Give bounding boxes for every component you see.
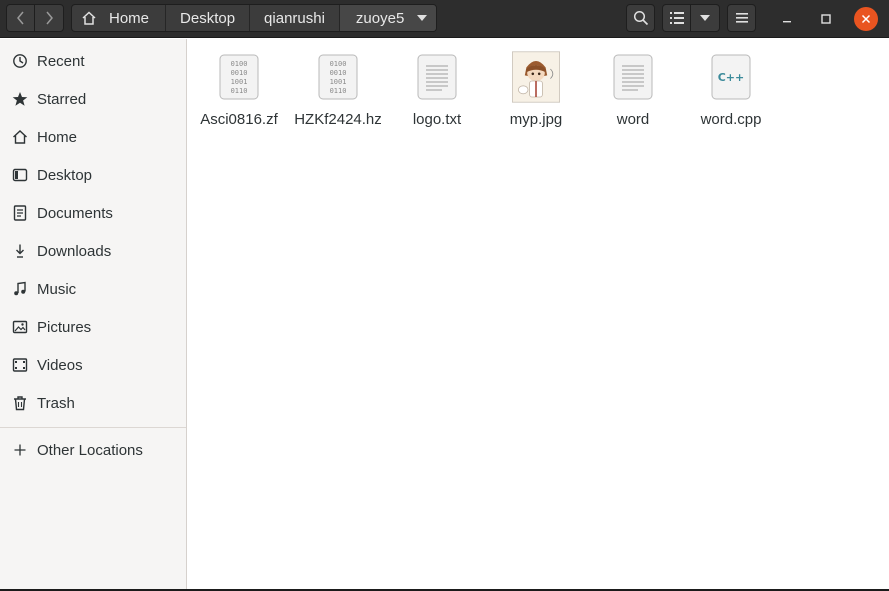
breadcrumb-qianrushi[interactable]: qianrushi [250,5,340,31]
maximize-button[interactable] [814,7,838,31]
hamburger-menu-icon [735,13,748,23]
minimize-icon [783,21,791,23]
chevron-down-icon[interactable] [416,14,428,22]
sidebar-item-starred[interactable]: Starred [0,81,186,117]
file-item[interactable]: word [584,45,682,128]
svg-text:0110: 0110 [231,87,248,95]
breadcrumb-desktop-label: Desktop [180,9,236,27]
sidebar-item-trash[interactable]: Trash [0,385,186,421]
chevron-right-icon [46,11,53,25]
svg-text:0010: 0010 [330,69,347,77]
home-icon [81,10,97,26]
forward-button[interactable] [34,4,64,32]
sidebar-item-label: Downloads [37,242,112,260]
breadcrumb-zuoye5[interactable]: zuoye5 [339,5,437,31]
text-file-icon [609,45,657,109]
svg-text:1001: 1001 [231,78,248,86]
list-view-icon [669,12,684,24]
sidebar-item-desktop[interactable]: Desktop [0,157,186,193]
sidebar-item-label: Music [37,280,77,298]
cpp-file-icon: C++ [707,45,755,109]
sidebar-item-label: Desktop [37,166,93,184]
sidebar-item-label: Pictures [37,318,92,336]
file-name: word.cpp [700,111,762,128]
file-name: myp.jpg [509,111,563,128]
download-icon [12,243,28,259]
sidebar-item-label: Home [37,128,78,146]
svg-text:1001: 1001 [330,78,347,86]
search-button[interactable] [626,4,655,32]
maximize-icon [821,14,831,24]
sidebar-item-label: Recent [37,52,85,70]
sidebar-item-downloads[interactable]: Downloads [0,233,186,269]
sidebar-item-documents[interactable]: Documents [0,195,186,231]
header-bar: Home Desktop qianrushi zuoye5 [0,0,889,38]
sidebar-divider [0,427,186,428]
sidebar-item-pictures[interactable]: Pictures [0,309,186,345]
svg-text:0100: 0100 [231,60,248,68]
file-name: logo.txt [412,111,462,128]
sidebar-item-label: Other Locations [37,441,143,459]
file-view: 0100 0010 1001 0110 Asci0816.zf 0100 001… [188,39,889,591]
trash-icon [12,395,28,411]
svg-text:0100: 0100 [330,60,347,68]
cpp-badge: C++ [717,70,745,84]
video-icon [12,357,28,373]
sidebar-item-label: Starred [37,90,87,108]
file-item[interactable]: myp.jpg [487,45,585,128]
view-mode-button[interactable] [662,4,691,32]
sidebar-item-home[interactable]: Home [0,119,186,155]
file-name: word [616,111,650,128]
music-icon [12,281,28,297]
svg-text:0110: 0110 [330,87,347,95]
breadcrumb-zuoye5-label: zuoye5 [355,9,405,27]
sidebar-item-label: Trash [37,394,75,412]
breadcrumb: Home Desktop qianrushi zuoye5 [71,4,438,32]
document-icon [12,205,28,221]
sidebar-item-videos[interactable]: Videos [0,347,186,383]
binary-file-icon: 0100 0010 1001 0110 [215,45,263,109]
pictures-icon [12,319,28,335]
svg-text:0010: 0010 [231,69,248,77]
file-item[interactable]: 0100 0010 1001 0110 Asci0816.zf [190,45,288,128]
star-icon [12,91,28,107]
view-options-button[interactable] [690,4,720,32]
sidebar-item-label: Documents [37,204,113,222]
file-item[interactable]: C++ word.cpp [682,45,780,128]
file-name: Asci0816.zf [200,111,278,128]
sidebar-item-other-locations[interactable]: Other Locations [0,432,186,468]
search-icon [633,10,648,26]
clock-icon [12,53,28,69]
sidebar-item-recent[interactable]: Recent [0,43,186,79]
binary-file-icon: 0100 0010 1001 0110 [314,45,362,109]
desktop-icon [12,167,28,183]
plus-icon [12,442,28,458]
file-item[interactable]: 0100 0010 1001 0110 HZKf2424.hz [289,45,387,128]
home-icon [12,129,28,145]
breadcrumb-desktop[interactable]: Desktop [166,5,251,31]
breadcrumb-home-label: Home [109,9,150,27]
close-icon [861,14,871,24]
chevron-down-icon [700,15,710,21]
file-name: HZKf2424.hz [294,111,382,128]
back-button[interactable] [6,4,35,32]
menu-button[interactable] [727,4,756,32]
chevron-left-icon [16,11,24,25]
file-item[interactable]: logo.txt [388,45,486,128]
sidebar-item-music[interactable]: Music [0,271,186,307]
image-thumbnail-icon [512,45,560,109]
minimize-button[interactable] [775,7,799,31]
breadcrumb-home[interactable]: Home [72,5,167,31]
text-file-icon [413,45,461,109]
sidebar: Recent Starred Home Desktop Documents Do… [0,39,187,591]
breadcrumb-qianrushi-label: qianrushi [264,9,325,27]
close-button[interactable] [854,7,878,31]
sidebar-item-label: Videos [37,356,83,374]
